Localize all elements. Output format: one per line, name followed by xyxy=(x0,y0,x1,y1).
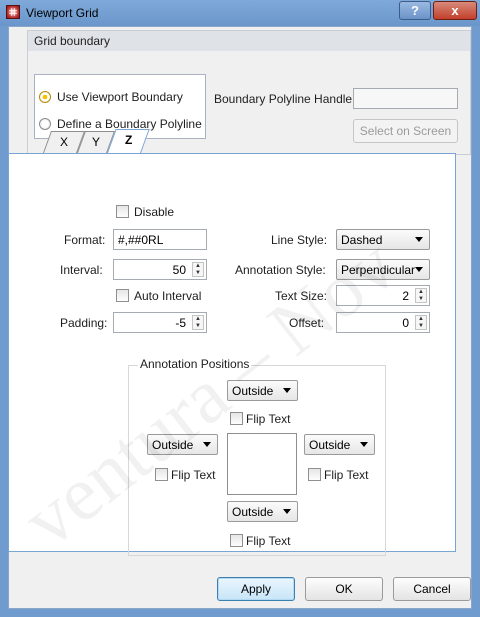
chevron-down-icon xyxy=(415,237,423,242)
title-bar[interactable]: Viewport Grid ? x xyxy=(0,0,480,26)
format-label: Format: xyxy=(64,233,106,247)
annotation-positions-title: Annotation Positions xyxy=(138,357,252,371)
ok-button[interactable]: OK xyxy=(305,577,383,601)
polyline-handle-field[interactable] xyxy=(353,88,458,109)
line-style-label: Line Style: xyxy=(271,233,328,247)
text-size-spin-buttons[interactable]: ▲ ▼ xyxy=(415,288,427,303)
offset-value: 0 xyxy=(402,316,409,330)
left-flip-checkbox[interactable] xyxy=(155,468,168,481)
bottom-flip-checkbox[interactable] xyxy=(230,534,243,547)
select-on-screen-button[interactable]: Select on Screen xyxy=(353,119,458,143)
interval-spin-buttons[interactable]: ▲ ▼ xyxy=(192,262,204,277)
polyline-handle-label: Boundary Polyline Handle xyxy=(214,92,353,106)
tab-y-label: Y xyxy=(91,135,101,149)
interval-stepper[interactable]: 50 ▲ ▼ xyxy=(113,259,207,280)
text-size-value: 2 xyxy=(402,289,409,303)
grid-app-icon xyxy=(6,5,20,19)
top-flip-checkbox[interactable] xyxy=(230,412,243,425)
right-flip-label[interactable]: Flip Text xyxy=(324,468,368,482)
offset-label: Offset: xyxy=(289,316,325,330)
interval-value: 50 xyxy=(172,263,186,277)
annotation-style-label: Annotation Style: xyxy=(235,263,326,277)
window-title: Viewport Grid xyxy=(26,6,99,20)
chevron-down-icon xyxy=(283,388,291,393)
padding-value: -5 xyxy=(175,316,186,330)
top-position-dropdown[interactable]: Outside xyxy=(227,380,298,401)
top-position-value: Outside xyxy=(232,384,274,398)
use-viewport-label[interactable]: Use Viewport Boundary xyxy=(57,90,183,104)
chevron-down-icon xyxy=(415,267,423,272)
help-button[interactable]: ? xyxy=(399,1,431,20)
padding-spin-buttons[interactable]: ▲ ▼ xyxy=(192,315,204,330)
right-position-dropdown[interactable]: Outside xyxy=(304,434,375,455)
bottom-position-dropdown[interactable]: Outside xyxy=(227,501,298,522)
tab-z-label: Z xyxy=(125,133,133,147)
right-flip-checkbox[interactable] xyxy=(308,468,321,481)
padding-label: Padding: xyxy=(60,316,108,330)
format-field[interactable]: #,##0RL xyxy=(113,229,207,250)
right-position-value: Outside xyxy=(309,438,351,452)
grid-preview-box xyxy=(227,433,297,495)
auto-interval-checkbox[interactable] xyxy=(116,289,129,302)
line-style-value: Dashed xyxy=(341,233,383,247)
offset-spin-buttons[interactable]: ▲ ▼ xyxy=(415,315,427,330)
annotation-style-dropdown[interactable]: Perpendicular xyxy=(336,259,430,280)
chevron-down-icon xyxy=(203,442,211,447)
left-position-value: Outside xyxy=(152,438,194,452)
offset-stepper[interactable]: 0 ▲ ▼ xyxy=(336,312,430,333)
disable-label[interactable]: Disable xyxy=(134,205,174,219)
auto-interval-label[interactable]: Auto Interval xyxy=(134,289,201,303)
chevron-down-icon xyxy=(283,509,291,514)
bottom-flip-label[interactable]: Flip Text xyxy=(246,534,290,548)
left-flip-label[interactable]: Flip Text xyxy=(171,468,215,482)
chevron-down-icon xyxy=(360,442,368,447)
line-style-dropdown[interactable]: Dashed xyxy=(336,229,430,250)
disable-checkbox[interactable] xyxy=(116,205,129,218)
close-button[interactable]: x xyxy=(433,1,477,20)
padding-stepper[interactable]: -5 ▲ ▼ xyxy=(113,312,207,333)
tab-x-label: X xyxy=(59,135,69,149)
annotation-style-value: Perpendicular xyxy=(341,263,416,277)
text-size-stepper[interactable]: 2 ▲ ▼ xyxy=(336,285,430,306)
format-value: #,##0RL xyxy=(118,233,164,247)
cancel-button[interactable]: Cancel xyxy=(393,577,471,601)
grid-boundary-header: Grid boundary xyxy=(28,31,470,51)
interval-label: Interval: xyxy=(60,263,103,277)
left-position-dropdown[interactable]: Outside xyxy=(147,434,218,455)
text-size-label: Text Size: xyxy=(275,289,328,303)
use-viewport-radio[interactable] xyxy=(39,91,51,103)
bottom-position-value: Outside xyxy=(232,505,274,519)
apply-button[interactable]: Apply xyxy=(217,577,295,601)
top-flip-label[interactable]: Flip Text xyxy=(246,412,290,426)
define-polyline-radio[interactable] xyxy=(39,118,51,130)
